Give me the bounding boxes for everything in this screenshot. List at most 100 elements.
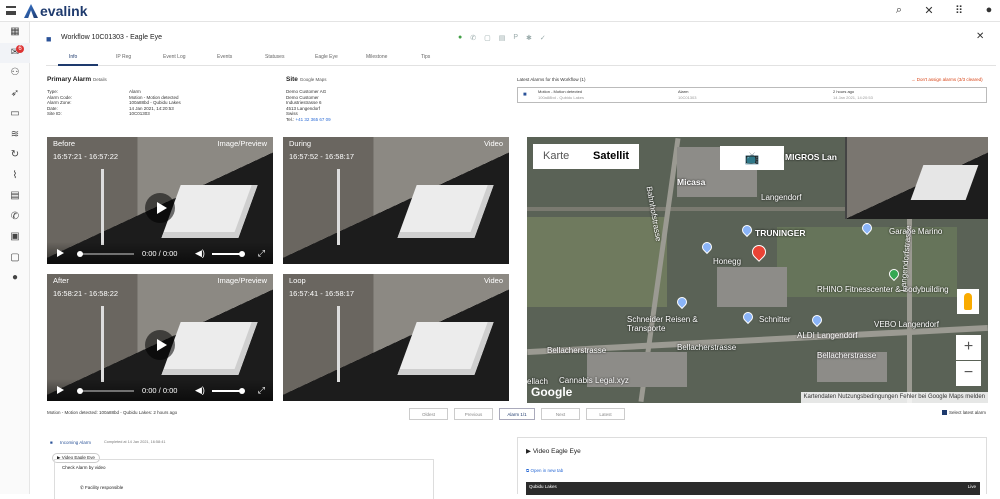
close-icon[interactable]: ✕	[976, 31, 984, 42]
tab-statuses[interactable]: Statuses	[265, 54, 284, 60]
map-label: Micasa	[677, 177, 706, 187]
map-footer[interactable]: Kartendaten Nutzungsbedingungen Fehler b…	[800, 392, 988, 403]
settings-icon[interactable]: ✱	[526, 34, 532, 42]
camera-icon: ■	[523, 92, 527, 98]
pin-icon[interactable]: P	[513, 34, 518, 42]
tools-icon[interactable]: ✕	[922, 4, 936, 17]
sidebar-item-folder[interactable]: ▭	[0, 104, 30, 125]
progress-bar[interactable]	[77, 388, 134, 394]
volume-slider[interactable]	[212, 251, 245, 257]
map-pin[interactable]	[674, 294, 690, 310]
map-type-map[interactable]: Karte	[533, 144, 583, 169]
map-label: TRUNINGER	[755, 228, 806, 238]
tab-ip-reg[interactable]: IP Reg	[116, 54, 131, 60]
facility-responsible: ✆ Facility responsible	[80, 485, 124, 490]
video-during[interactable]: During 16:57:52 - 16:58:17 Video	[283, 137, 509, 264]
sidebar-item-rocket[interactable]: ➶	[0, 84, 30, 105]
latest-alarm-row[interactable]: ■ Motion - Motion detected 100a88bd - Qu…	[517, 87, 987, 103]
print-icon[interactable]: ▤	[499, 34, 506, 42]
map-label: Schnitter	[759, 315, 791, 324]
phone-icon[interactable]: ✆	[470, 34, 476, 42]
sidebar-item-sync[interactable]: ↻	[0, 145, 30, 166]
sidebar-item-phone[interactable]: ✆	[0, 207, 30, 228]
map-label: ALDI Langendorf	[797, 331, 858, 340]
volume-icon[interactable]: ◀)	[195, 385, 205, 396]
incoming-alarm-label[interactable]: Incoming Alarm	[60, 440, 91, 445]
top-bar: evalink ⌕ ✕ ⠿ ●	[0, 0, 1000, 22]
sidebar-item-document[interactable]: ▤	[0, 186, 30, 207]
workflow-steps: ■ Incoming Alarm Completed at 14 Jan 202…	[47, 437, 487, 499]
video-label: Before	[53, 139, 76, 148]
primary-alarm-heading: Primary Alarm	[47, 76, 92, 83]
video-loop[interactable]: Loop 16:57:41 - 16:58:17 Video	[283, 274, 509, 401]
sidebar-item-screen[interactable]: ▢	[0, 248, 30, 269]
open-new-tab-link[interactable]: ⧉ Open in new tab	[526, 468, 563, 473]
primary-alarm-panel: Primary Alarm Details Type: Alarm Alarm C…	[47, 76, 181, 117]
alarm-navigation: Oldest Previous Alarm 1/1 Next Latest	[409, 408, 625, 420]
account-icon[interactable]: ●	[982, 4, 996, 17]
next-button[interactable]: Next	[541, 408, 580, 420]
tab-event-log[interactable]: Event Log	[163, 54, 186, 60]
video-after[interactable]: After 16:58:21 - 16:58:22 Image/Preview …	[47, 274, 273, 401]
apps-grid-icon[interactable]: ⠿	[952, 4, 966, 17]
video-kind: Image/Preview	[217, 276, 267, 285]
tab-eagle-eye[interactable]: Eagle Eye	[315, 54, 338, 60]
logo-text: evalink	[40, 3, 88, 19]
zoom-out-button[interactable]: −	[956, 361, 981, 386]
video-time: 16:57:21 - 16:57:22	[53, 152, 119, 161]
video-before[interactable]: Before 16:57:21 - 16:57:22 Image/Preview…	[47, 137, 273, 264]
sidebar-item-users[interactable]: ⚇	[0, 63, 30, 84]
site-tel-link[interactable]: +41 32 365 67 09	[296, 117, 331, 122]
tab-tips[interactable]: Tips	[421, 54, 430, 60]
search-icon[interactable]: ⌕	[892, 4, 906, 17]
map-pin[interactable]	[809, 312, 825, 328]
latest-button[interactable]: Latest	[586, 408, 625, 420]
tab-info[interactable]: Info	[69, 54, 77, 60]
menu-icon[interactable]	[6, 6, 16, 15]
volume-icon[interactable]: ◀)	[195, 248, 205, 259]
display-icon[interactable]: ▢	[484, 34, 491, 42]
map-type-satellite[interactable]: Satellit	[583, 144, 639, 169]
video-label: Loop	[289, 276, 306, 285]
sidebar-item-person[interactable]: ●	[0, 268, 30, 289]
alarm-count-badge: 6	[16, 44, 24, 53]
zoom-in-button[interactable]: +	[956, 335, 981, 360]
tab-events[interactable]: Events	[217, 54, 232, 60]
select-latest-checkbox[interactable]: Select latest alarm	[942, 410, 986, 415]
sidebar-item-chart[interactable]: ⌇	[0, 166, 30, 187]
site-map[interactable]: Satellit Karte 📺 Micasa MIGROS Lan Lange…	[527, 137, 988, 403]
camera-thumbnail[interactable]	[845, 137, 988, 219]
sidebar-item-monitor[interactable]: ▣	[0, 227, 30, 248]
dont-assign-link[interactable]: → Don't assign alarms (3/3 cleared)	[911, 77, 983, 82]
previous-button[interactable]: Previous	[454, 408, 493, 420]
details-link[interactable]: Details	[93, 77, 107, 82]
check-icon[interactable]: ✓	[540, 34, 546, 42]
site-location-pin[interactable]	[749, 242, 769, 262]
map-pin[interactable]	[740, 309, 756, 325]
progress-bar[interactable]	[77, 251, 134, 257]
map-pin[interactable]	[699, 239, 715, 255]
tv-icon[interactable]: 📺	[720, 146, 784, 170]
sidebar: ▦ ✉ 6 ⚇ ➶ ▭ ≋ ↻ ⌇ ▤ ✆ ▣ ▢ ●	[0, 22, 30, 494]
volume-slider[interactable]	[212, 388, 245, 394]
player-time: 0:00 / 0:00	[142, 249, 178, 258]
play-icon[interactable]	[57, 249, 64, 257]
fullscreen-icon[interactable]: ⤢	[258, 248, 265, 259]
step-icon: ■	[50, 440, 53, 445]
play-icon[interactable]	[57, 386, 64, 394]
sidebar-item-layers[interactable]: ≋	[0, 125, 30, 146]
live-video[interactable]: Qubidu Lakes Live	[526, 482, 980, 495]
map-label: Garage Marino	[889, 227, 943, 236]
sidebar-item-dashboard[interactable]: ▦	[0, 22, 30, 43]
google-maps-link[interactable]: Google Maps	[300, 77, 327, 82]
logo[interactable]: evalink	[24, 3, 87, 19]
tab-milestone[interactable]: Milestone	[366, 54, 387, 60]
player-time: 0:00 / 0:00	[142, 386, 178, 395]
sidebar-item-alarms[interactable]: ✉ 6	[0, 42, 30, 63]
play-button[interactable]	[145, 329, 175, 360]
oldest-button[interactable]: Oldest	[409, 408, 448, 420]
play-button[interactable]	[145, 192, 175, 223]
fullscreen-icon[interactable]: ⤢	[258, 385, 265, 396]
street-view-icon[interactable]	[957, 289, 979, 314]
map-pin[interactable]	[739, 222, 755, 238]
